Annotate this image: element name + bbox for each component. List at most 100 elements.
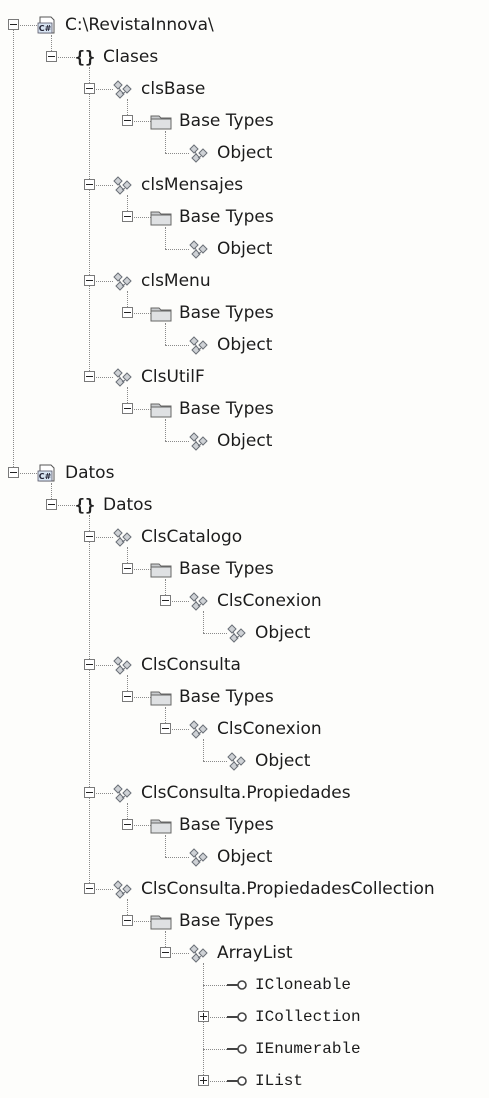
folder-icon: [150, 206, 172, 228]
collapse-toggle[interactable]: [8, 467, 19, 478]
tree-node[interactable]: ClsConexion: [0, 586, 489, 618]
collapse-toggle[interactable]: [122, 211, 133, 222]
tree-node[interactable]: ICloneable: [0, 970, 489, 1002]
tree-node-label: Object: [217, 431, 273, 451]
csharp-project-icon: C#: [36, 14, 58, 36]
tree-node-label: Object: [217, 847, 273, 867]
collapse-toggle[interactable]: [160, 595, 171, 606]
collapse-toggle[interactable]: [122, 307, 133, 318]
svg-text:C#: C#: [39, 472, 52, 481]
tree-node[interactable]: clsMenu: [0, 266, 489, 298]
tree-node[interactable]: ClsConexion: [0, 714, 489, 746]
collapse-toggle[interactable]: [122, 691, 133, 702]
class-icon: [188, 846, 210, 868]
collapse-toggle[interactable]: [122, 403, 133, 414]
connector-line: [203, 633, 227, 634]
class-view-tree: C# C:\RevistaInnova\ {} Clases clsBase Base T…: [0, 0, 489, 1090]
tree-node[interactable]: IList: [0, 1066, 489, 1098]
class-icon: [188, 238, 210, 260]
tree-node-label: IList: [255, 1072, 304, 1090]
tree-node[interactable]: Object: [0, 234, 489, 266]
tree-node-label: Object: [217, 239, 273, 259]
tree-node[interactable]: ClsConsulta.PropiedadesCollection: [0, 874, 489, 906]
tree-node[interactable]: clsMensajes: [0, 170, 489, 202]
class-icon: [112, 878, 134, 900]
collapse-toggle[interactable]: [46, 499, 57, 510]
tree-node[interactable]: {} Datos: [0, 490, 489, 522]
folder-icon: [150, 110, 172, 132]
collapse-toggle[interactable]: [8, 19, 19, 30]
class-icon: [112, 270, 134, 292]
collapse-toggle[interactable]: [84, 883, 95, 894]
tree-node[interactable]: Object: [0, 138, 489, 170]
tree-node-label: Base Types: [179, 399, 274, 419]
tree-node-label: ICloneable: [255, 976, 352, 994]
class-icon: [112, 782, 134, 804]
collapse-toggle[interactable]: [84, 531, 95, 542]
tree-node-label: ClsCatalogo: [141, 527, 243, 547]
folder-icon: [150, 910, 172, 932]
class-icon: [112, 654, 134, 676]
connector-line: [165, 249, 189, 250]
tree-node[interactable]: Base Types: [0, 554, 489, 586]
interface-icon: [226, 1006, 248, 1028]
tree-node[interactable]: Base Types: [0, 394, 489, 426]
tree-node[interactable]: ArrayList: [0, 938, 489, 970]
expand-toggle[interactable]: [198, 1075, 209, 1086]
folder-icon: [150, 398, 172, 420]
tree-node-label: Base Types: [179, 815, 274, 835]
tree-node-label: ClsConsulta: [141, 655, 241, 675]
class-icon: [226, 622, 248, 644]
collapse-toggle[interactable]: [84, 275, 95, 286]
collapse-toggle[interactable]: [160, 723, 171, 734]
tree-node[interactable]: ClsCatalogo: [0, 522, 489, 554]
tree-node[interactable]: Base Types: [0, 106, 489, 138]
tree-node[interactable]: C# C:\RevistaInnova\: [0, 10, 489, 42]
tree-node-label: Base Types: [179, 111, 274, 131]
collapse-toggle[interactable]: [122, 915, 133, 926]
collapse-toggle[interactable]: [46, 51, 57, 62]
tree-node[interactable]: Object: [0, 746, 489, 778]
tree-node-label: ClsConexion: [217, 719, 322, 739]
tree-node[interactable]: {} Clases: [0, 42, 489, 74]
collapse-toggle[interactable]: [84, 83, 95, 94]
collapse-toggle[interactable]: [84, 787, 95, 798]
tree-node[interactable]: ClsUtilF: [0, 362, 489, 394]
class-icon: [226, 750, 248, 772]
tree-node[interactable]: Base Types: [0, 906, 489, 938]
tree-node[interactable]: ICollection: [0, 1002, 489, 1034]
tree-node-label: Base Types: [179, 559, 274, 579]
collapse-toggle[interactable]: [84, 179, 95, 190]
tree-node[interactable]: ClsConsulta.Propiedades: [0, 778, 489, 810]
tree-node[interactable]: Base Types: [0, 682, 489, 714]
tree-node[interactable]: Object: [0, 842, 489, 874]
tree-node-label: Object: [255, 623, 311, 643]
collapse-toggle[interactable]: [122, 115, 133, 126]
collapse-toggle[interactable]: [84, 371, 95, 382]
tree-node[interactable]: Object: [0, 426, 489, 458]
tree-node[interactable]: clsBase: [0, 74, 489, 106]
tree-node[interactable]: IEnumerable: [0, 1034, 489, 1066]
tree-node-label: Datos: [103, 495, 153, 515]
collapse-toggle[interactable]: [122, 819, 133, 830]
tree-node[interactable]: Object: [0, 330, 489, 362]
tree-node[interactable]: ClsConsulta: [0, 650, 489, 682]
namespace-icon: {}: [74, 494, 96, 516]
tree-node[interactable]: C# Datos: [0, 458, 489, 490]
tree-node[interactable]: Object: [0, 618, 489, 650]
tree-node-label: Base Types: [179, 303, 274, 323]
tree-node[interactable]: Base Types: [0, 298, 489, 330]
class-icon: [112, 78, 134, 100]
tree-node[interactable]: Base Types: [0, 202, 489, 234]
connector-line: [165, 857, 189, 858]
connector-line: [165, 441, 189, 442]
collapse-toggle[interactable]: [160, 947, 171, 958]
collapse-toggle[interactable]: [122, 563, 133, 574]
tree-node[interactable]: Base Types: [0, 810, 489, 842]
expand-toggle[interactable]: [198, 1011, 209, 1022]
class-icon: [188, 334, 210, 356]
svg-text:{}: {}: [75, 48, 95, 68]
namespace-icon: {}: [74, 46, 96, 68]
tree-node-label: ClsUtilF: [141, 367, 205, 387]
collapse-toggle[interactable]: [84, 659, 95, 670]
